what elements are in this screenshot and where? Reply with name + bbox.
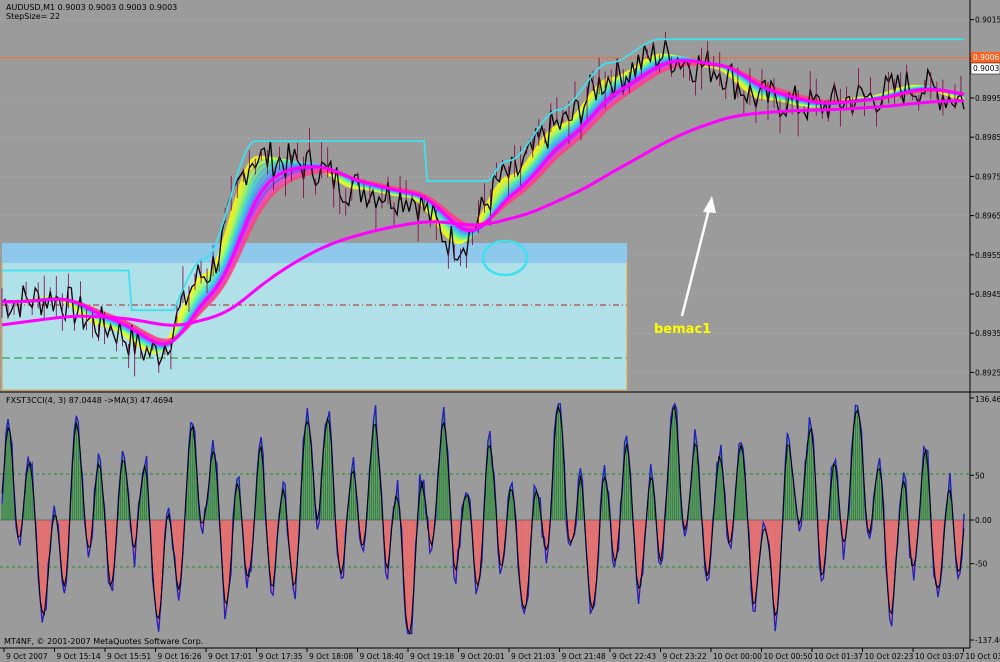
cci-tick-label: -50 [975, 560, 987, 569]
time-tick-label: 9 Oct 17:01 [208, 652, 252, 661]
cci-tick-label: 50 [975, 471, 985, 480]
time-tick-label: 9 Oct 2007 [6, 652, 48, 661]
time-tick-label: 9 Oct 21:03 [511, 652, 555, 661]
price-tick-label: 0.8975 [975, 172, 1000, 181]
symbol-header: AUDUSD,M1 0.9003 0.9003 0.9003 0.9003 [6, 3, 177, 12]
price-tick-label: 0.9015 [975, 16, 1000, 25]
time-tick-label: 9 Oct 15:14 [57, 652, 101, 661]
time-tick-label: 10 Oct 00:00 [713, 652, 762, 661]
time-tick-label: 9 Oct 22:43 [612, 652, 656, 661]
indicator-header: StepSize= 22 [6, 12, 60, 21]
zone-box [1, 261, 628, 391]
price-tick-label: 0.8935 [975, 329, 1000, 338]
time-tick-label: 9 Oct 15:51 [107, 652, 151, 661]
time-tick-label: 10 Oct 02:23 [865, 652, 914, 661]
time-tick-label: 9 Oct 18:40 [360, 652, 404, 661]
cci-header: FXST3CCI(4, 3) 87.0448 ->MA(3) 47.4694 [6, 396, 173, 405]
copyright: MT4NF, © 2001-2007 MetaQuotes Software C… [4, 637, 203, 646]
time-tick-label: 9 Oct 23:22 [663, 652, 707, 661]
time-tick-label: 9 Oct 19:18 [410, 652, 454, 661]
current-price-tag: 0.9003 [973, 64, 999, 73]
time-tick-label: 10 Oct 03:46 [966, 652, 1000, 661]
price-tick-label: 0.8955 [975, 251, 1000, 260]
price-tick-label: 0.8965 [975, 212, 1000, 221]
time-tick-label: 9 Oct 21:48 [562, 652, 606, 661]
price-tick-label: 0.8945 [975, 290, 1000, 299]
cci-tick-label: 0.00 [975, 516, 992, 525]
chart-window[interactable]: bemac1 AUDUSD,M1 0.9003 0.9003 0.9003 0.… [0, 0, 1000, 662]
time-tick-label: 10 Oct 03:07 [915, 652, 964, 661]
cci-tick-label: -137.405 [975, 636, 1000, 645]
price-tag: 0.9006 [973, 53, 999, 62]
annotation-label: bemac1 [654, 322, 711, 337]
price-tick-label: 0.8925 [975, 368, 1000, 377]
time-tick-label: 9 Oct 17:35 [259, 652, 303, 661]
price-tick-label: 0.8995 [975, 94, 1000, 103]
time-tick-label: 9 Oct 20:01 [461, 652, 505, 661]
time-tick-label: 9 Oct 16:26 [158, 652, 202, 661]
cci-tick-label: 136.4623 [975, 395, 1000, 404]
time-tick-label: 10 Oct 01:37 [814, 652, 863, 661]
time-tick-label: 10 Oct 00:50 [764, 652, 813, 661]
time-tick-label: 9 Oct 18:08 [309, 652, 353, 661]
price-tick-label: 0.8985 [975, 133, 1000, 142]
